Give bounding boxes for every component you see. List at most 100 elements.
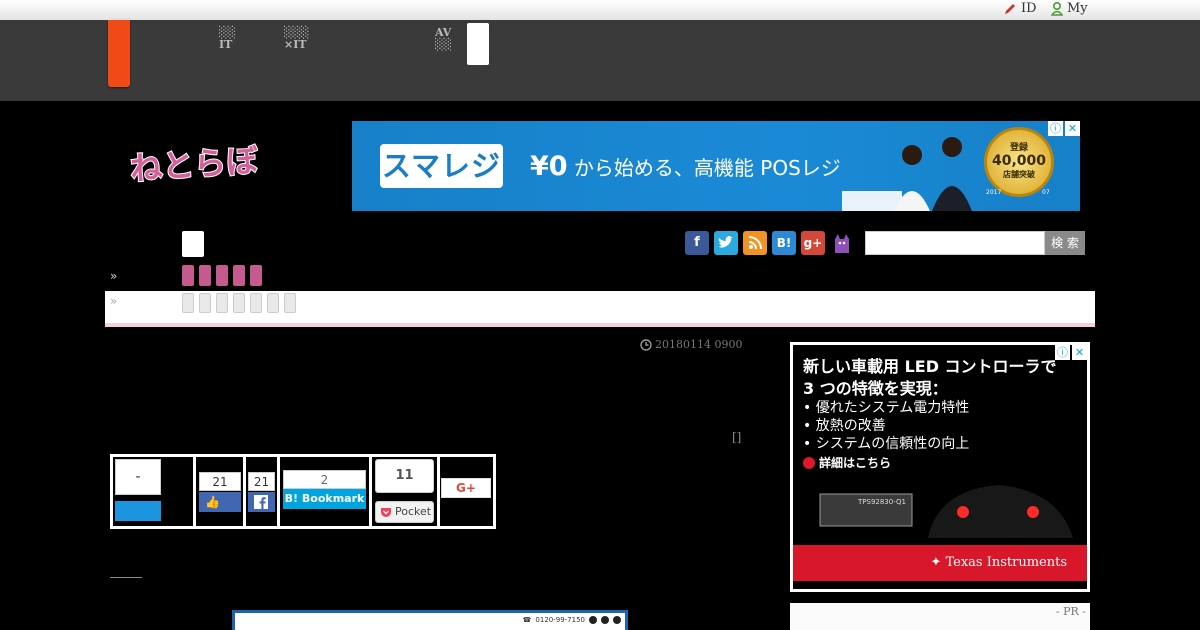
facebook-like[interactable]: 21 👍 bbox=[196, 457, 243, 526]
id-link[interactable]: ID bbox=[1003, 1, 1037, 16]
breadcrumb-item[interactable] bbox=[250, 293, 262, 313]
close-icon[interactable]: ✕ bbox=[1072, 345, 1087, 360]
rss-icon[interactable] bbox=[743, 231, 767, 255]
twitter-icon[interactable] bbox=[714, 231, 738, 255]
ad-tagline: から始める、高機能 POSレジ bbox=[573, 156, 841, 180]
ad-people-illustration bbox=[842, 137, 972, 211]
hatena-count: 2 bbox=[283, 470, 366, 489]
tweet-share[interactable]: - bbox=[113, 457, 193, 526]
gplus-share[interactable]: G+ bbox=[440, 457, 493, 526]
google-plus-icon[interactable]: g+ bbox=[801, 231, 825, 255]
ad-badge: 登録 40,000 店舗突破 bbox=[984, 127, 1054, 197]
breadcrumb-item[interactable] bbox=[233, 293, 245, 313]
breadcrumb-arrow: » bbox=[110, 294, 118, 308]
like-count: 21 bbox=[199, 472, 241, 491]
breadcrumb-item[interactable] bbox=[182, 293, 194, 313]
ad-choices: ⓘ ✕ bbox=[1048, 121, 1080, 136]
share-buttons: - 21 👍 21 2 B! Bookmark 11 Pocket G+ bbox=[110, 454, 496, 529]
svg-text:ねとらぼ: ねとらぼ bbox=[129, 141, 258, 188]
pr-section: - PR - bbox=[790, 603, 1090, 630]
category-tag[interactable] bbox=[250, 265, 262, 286]
site-logo[interactable]: ねとらぼ bbox=[128, 138, 261, 189]
date-text: 20180114 0900 bbox=[655, 338, 743, 351]
sidebar-ad[interactable]: 新しい車載用 LED コントローラで 3 つの特徴を実現： • 優れたシステム電… bbox=[790, 342, 1090, 592]
close-icon[interactable]: ✕ bbox=[1065, 121, 1080, 136]
search-button[interactable]: 検 索 bbox=[1045, 231, 1085, 255]
instagram-icon[interactable] bbox=[613, 616, 621, 624]
phone-icon: ☎ bbox=[522, 616, 532, 624]
divider bbox=[110, 577, 142, 578]
top-ad-banner[interactable]: スマレジ ¥0 から始める、高機能 POSレジ 登録 40,000 店舗突破 2… bbox=[352, 121, 1080, 211]
user-icon bbox=[1051, 1, 1063, 16]
side-ad-bullet1: • 優れたシステム電力特性 bbox=[803, 400, 970, 416]
menu-toggle[interactable] bbox=[182, 231, 204, 257]
side-ad-line2: 3 つの特徴を実現： bbox=[803, 379, 948, 398]
category-tag[interactable] bbox=[233, 265, 245, 286]
fb-share-count: 21 bbox=[248, 472, 275, 491]
article-bracket: [] bbox=[732, 430, 742, 444]
cat-icon[interactable] bbox=[830, 231, 854, 255]
search-input[interactable] bbox=[865, 231, 1045, 255]
fb-share-button[interactable] bbox=[248, 492, 275, 512]
side-ad-line1: 新しい車載用 LED コントローラで bbox=[803, 357, 1057, 376]
gplus-button[interactable]: G+ bbox=[441, 478, 491, 498]
category-tag[interactable] bbox=[182, 265, 194, 286]
hatena-icon[interactable]: B! bbox=[772, 231, 796, 255]
nav-item-it[interactable]: ░░ IT bbox=[219, 27, 236, 51]
nav-item-av[interactable]: AV ░░ bbox=[435, 27, 452, 51]
facebook-icon[interactable]: f bbox=[685, 231, 709, 255]
ad-badge-year: 2017 bbox=[986, 189, 1002, 196]
info-icon[interactable]: ⓘ bbox=[1048, 121, 1063, 136]
my-link-label: My bbox=[1067, 1, 1088, 16]
ad-brand-logo: スマレジ bbox=[380, 144, 503, 188]
pr-label: - PR - bbox=[1055, 605, 1086, 618]
car-and-chip-illustration: TPS92830-Q1 bbox=[819, 485, 1073, 538]
side-ad-choices: ⓘ ✕ bbox=[1055, 345, 1087, 360]
nav-item-x-it[interactable]: ░░░ ×IT bbox=[284, 27, 309, 51]
site-header: ░░ IT ░░░ ×IT AV ░░ bbox=[0, 20, 1200, 101]
tweet-count: - bbox=[115, 459, 161, 495]
ad-price: ¥0 bbox=[530, 151, 568, 182]
pocket-icon bbox=[381, 508, 391, 517]
sidebar-ad-content: 新しい車載用 LED コントローラで 3 つの特徴を実現： • 優れたシステム電… bbox=[793, 345, 1087, 589]
hatena-bookmark-button[interactable]: B! Bookmark bbox=[283, 489, 366, 509]
pocket-button[interactable]: Pocket bbox=[375, 501, 434, 523]
ti-brand-bar: ✦ Texas Instruments bbox=[793, 545, 1087, 581]
inline-ad[interactable]: ☎ 0120-99-7150 bbox=[232, 610, 628, 630]
side-ad-bullet2: • 放熱の改善 bbox=[803, 418, 886, 434]
logo-graphic: ねとらぼ bbox=[128, 140, 261, 189]
id-link-label: ID bbox=[1021, 1, 1037, 16]
breadcrumb-item[interactable] bbox=[216, 293, 228, 313]
ti-brand-name: Texas Instruments bbox=[945, 555, 1067, 570]
ad-headline: ¥0 から始める、高機能 POSレジ bbox=[530, 151, 841, 182]
side-ad-bullet3: • システムの信頼性の向上 bbox=[803, 436, 970, 452]
facebook-share[interactable]: 21 bbox=[246, 457, 277, 526]
pencil-icon bbox=[1005, 3, 1015, 14]
pocket-count: 11 bbox=[375, 459, 434, 493]
facebook-icon[interactable] bbox=[601, 616, 609, 624]
breadcrumb-item[interactable] bbox=[267, 293, 279, 313]
clock-icon bbox=[640, 338, 652, 351]
top-utility-bar: ID My bbox=[0, 0, 1200, 20]
pocket-share[interactable]: 11 Pocket bbox=[372, 457, 437, 526]
my-link[interactable]: My bbox=[1051, 1, 1088, 16]
twitter-icon[interactable] bbox=[589, 616, 597, 624]
play-icon bbox=[803, 456, 815, 469]
breadcrumb-arrow: » bbox=[110, 269, 118, 283]
ti-logo-icon: ✦ bbox=[930, 555, 946, 570]
header-widget[interactable] bbox=[467, 23, 489, 65]
breadcrumb-item[interactable] bbox=[284, 293, 296, 313]
category-tag[interactable] bbox=[216, 265, 228, 286]
svg-text:TPS92830-Q1: TPS92830-Q1 bbox=[857, 498, 906, 506]
article-date: 20180114 0900 bbox=[640, 338, 742, 351]
info-icon[interactable]: ⓘ bbox=[1055, 345, 1070, 360]
hatena-bookmark[interactable]: 2 B! Bookmark bbox=[280, 457, 369, 526]
side-ad-cta[interactable]: 詳細はこちら bbox=[803, 454, 891, 471]
brand-tab[interactable] bbox=[108, 20, 130, 87]
side-ad-cta-label: 詳細はこちら bbox=[819, 456, 892, 470]
breadcrumb-item[interactable] bbox=[199, 293, 211, 313]
ad-badge-month: 07 bbox=[1042, 189, 1050, 196]
category-tag[interactable] bbox=[199, 265, 211, 286]
like-icon[interactable]: 👍 bbox=[199, 492, 241, 512]
tweet-button[interactable] bbox=[115, 501, 161, 521]
